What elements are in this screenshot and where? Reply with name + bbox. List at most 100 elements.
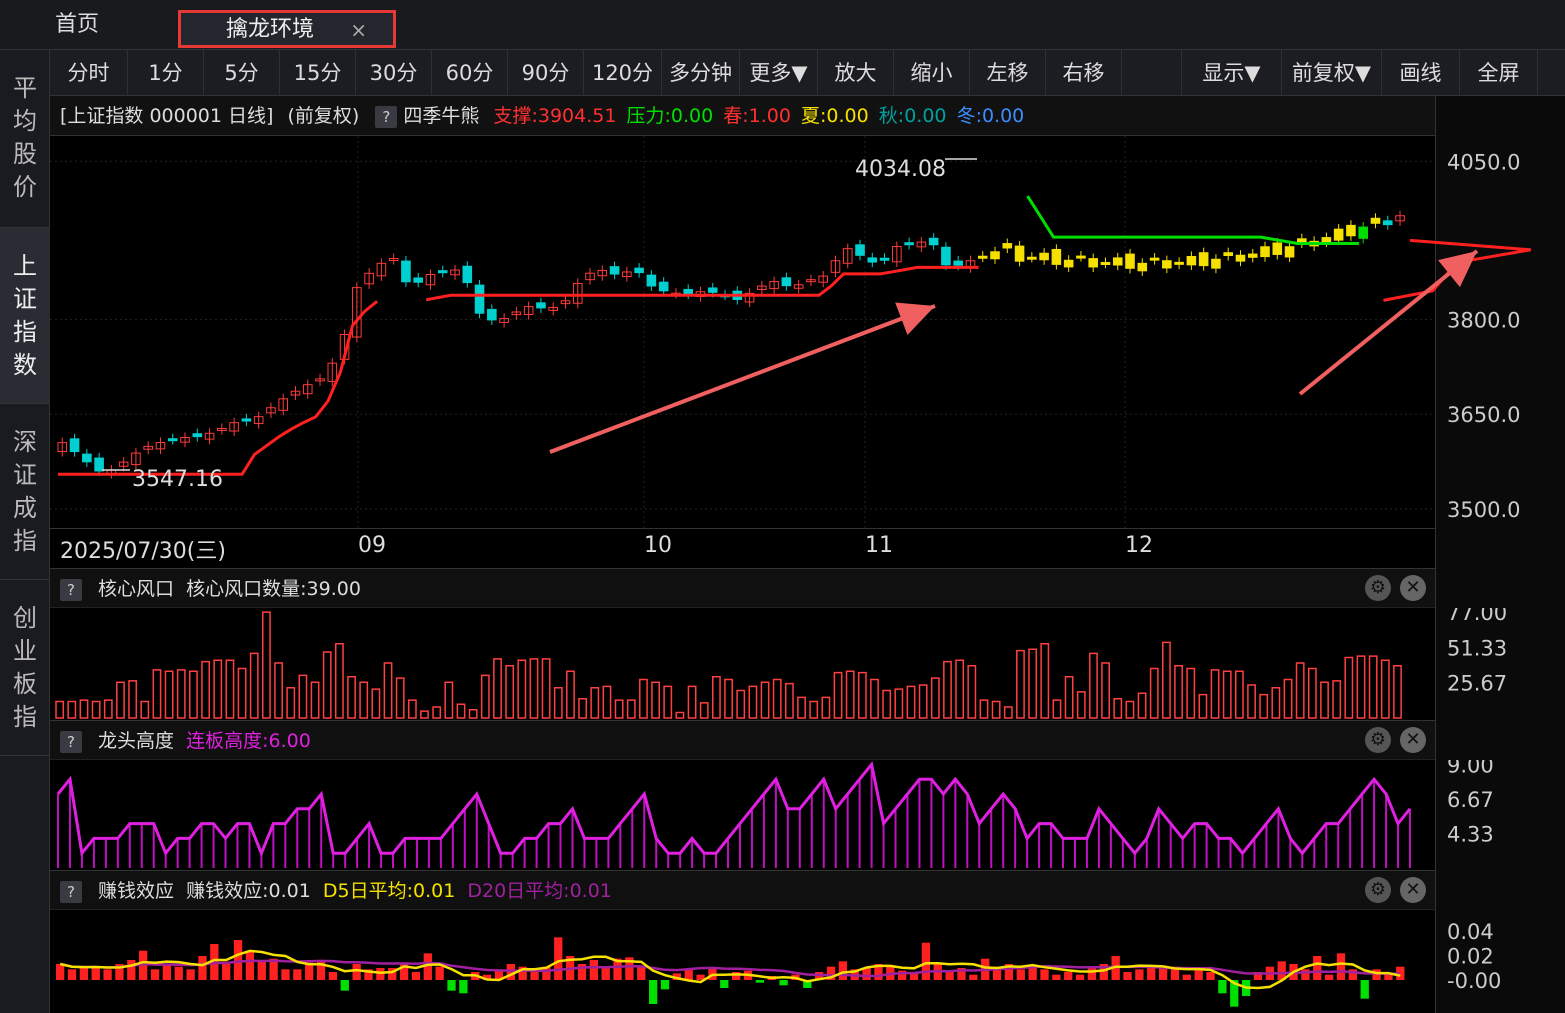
- core-bar: [760, 681, 770, 719]
- sidebar-item-2[interactable]: 深证成指: [0, 404, 50, 580]
- core-bar: [371, 688, 381, 719]
- close-icon[interactable]: ✕: [1400, 575, 1426, 601]
- candle-body: [1174, 261, 1184, 265]
- money-bar: [779, 980, 788, 986]
- toolbar-button-3[interactable]: 15分: [280, 50, 356, 96]
- toolbar-button-6[interactable]: 90分: [508, 50, 584, 96]
- dragon-help-icon[interactable]: ?: [60, 730, 82, 753]
- candle-body: [474, 284, 485, 314]
- money-bar: [67, 969, 77, 980]
- date-month-10: 10: [644, 533, 672, 558]
- candle-body: [1112, 257, 1123, 266]
- sidebar-item-0[interactable]: 平均股价: [0, 50, 50, 228]
- money-bar: [1040, 969, 1049, 980]
- tab-home[interactable]: 首页: [55, 0, 99, 50]
- money-bar: [862, 968, 871, 980]
- money-bar: [150, 969, 160, 980]
- close-tab-icon[interactable]: ×: [350, 13, 367, 47]
- toolbar-button-9[interactable]: 更多▼: [740, 50, 818, 96]
- money-bar: [411, 972, 421, 980]
- help-icon[interactable]: ?: [375, 105, 398, 128]
- money-bar: [506, 964, 515, 980]
- toolbar-button-17[interactable]: 画线: [1382, 50, 1460, 96]
- toolbar-button-10[interactable]: 放大: [818, 50, 894, 96]
- money-bar: [1336, 953, 1346, 980]
- candle-body: [1247, 253, 1258, 258]
- core-bar: [821, 696, 831, 719]
- toolbar-button-14[interactable]: [1122, 50, 1182, 96]
- sidebar-item-1[interactable]: 上证指数: [0, 228, 50, 404]
- toolbar-button-7[interactable]: 120分: [584, 50, 662, 96]
- core-bar: [420, 710, 429, 719]
- core-bar: [797, 696, 806, 719]
- core-bar: [262, 611, 271, 719]
- candle-body: [167, 438, 178, 442]
- dragon-y-tick: 6.67: [1447, 788, 1494, 812]
- core-bar: [164, 670, 174, 719]
- money-bar: [1075, 974, 1085, 980]
- toolbar-button-0[interactable]: 分时: [50, 50, 128, 96]
- toolbar-button-4[interactable]: 30分: [356, 50, 432, 96]
- core-bar: [468, 709, 478, 719]
- candle-body: [1370, 217, 1381, 224]
- core-panel-value: 核心风口数量:39.00: [186, 578, 361, 600]
- toolbar-button-12[interactable]: 左移: [970, 50, 1046, 96]
- core-bar: [407, 699, 417, 719]
- core-bar: [298, 674, 308, 719]
- y-tick-label: 4050.0: [1447, 150, 1520, 174]
- dragon-y-tick: 9.00: [1447, 760, 1494, 777]
- core-bar: [1344, 656, 1354, 719]
- toolbar-button-15[interactable]: 显示▼: [1182, 50, 1282, 96]
- money-bar: [530, 972, 539, 980]
- money-y-tick: -0.00: [1447, 969, 1501, 993]
- core-bar: [894, 688, 904, 719]
- toolbar-button-8[interactable]: 多分钟: [662, 50, 740, 96]
- toolbar-button-11[interactable]: 缩小: [894, 50, 970, 96]
- candle-body: [192, 433, 203, 438]
- core-bar: [322, 651, 332, 719]
- y-tick-label: 3800.0: [1447, 308, 1520, 332]
- toolbar-button-18[interactable]: 全屏: [1460, 50, 1538, 96]
- core-bar: [1320, 681, 1329, 719]
- core-bar: [456, 703, 466, 719]
- dragon-panel-name: 龙头高度: [98, 730, 175, 752]
- money-bar: [720, 980, 729, 988]
- candle-body: [1014, 245, 1025, 262]
- candle-body: [990, 251, 1000, 260]
- money-panel-value: 赚钱效应:0.01: [186, 880, 311, 902]
- core-bar: [1003, 706, 1013, 719]
- core-bar: [249, 652, 259, 719]
- toolbar-button-13[interactable]: 右移: [1046, 50, 1122, 96]
- core-bar: [1016, 649, 1025, 719]
- money-help-icon[interactable]: ?: [60, 880, 82, 903]
- toolbar-button-1[interactable]: 1分: [128, 50, 204, 96]
- core-bar: [1222, 670, 1232, 719]
- core-bar: [1101, 662, 1110, 719]
- close-icon[interactable]: ✕: [1400, 727, 1426, 753]
- candle-body: [879, 257, 890, 261]
- money-bar: [1147, 968, 1156, 980]
- gear-icon[interactable]: ⚙: [1365, 727, 1391, 753]
- money-bar: [1194, 969, 1203, 980]
- core-help-icon[interactable]: ?: [60, 578, 82, 601]
- gear-icon[interactable]: ⚙: [1365, 575, 1391, 601]
- trend-arrow-2-head: [1438, 251, 1477, 288]
- core-bar: [1393, 665, 1402, 719]
- toolbar-button-5[interactable]: 60分: [432, 50, 508, 96]
- core-bar: [1307, 667, 1317, 719]
- core-bar: [1076, 691, 1086, 719]
- tab-active[interactable]: 擒龙环境 ×: [178, 10, 396, 48]
- candle-body: [487, 308, 497, 321]
- toolbar-button-16[interactable]: 前复权▼: [1282, 50, 1382, 96]
- core-bar: [67, 700, 77, 719]
- gear-icon[interactable]: ⚙: [1365, 877, 1391, 903]
- money-bar: [340, 980, 349, 991]
- toolbar-button-2[interactable]: 5分: [204, 50, 280, 96]
- candlestick-chart[interactable]: 4050.0 3800.0 3650.0 3500.0 4034.08 3547.16: [50, 136, 1565, 528]
- core-bar: [651, 681, 660, 719]
- core-bar: [383, 662, 393, 719]
- core-bar: [1149, 667, 1159, 719]
- close-icon[interactable]: ✕: [1400, 877, 1426, 903]
- sidebar-item-3[interactable]: 创业板指: [0, 580, 50, 756]
- money-bar: [1087, 966, 1097, 980]
